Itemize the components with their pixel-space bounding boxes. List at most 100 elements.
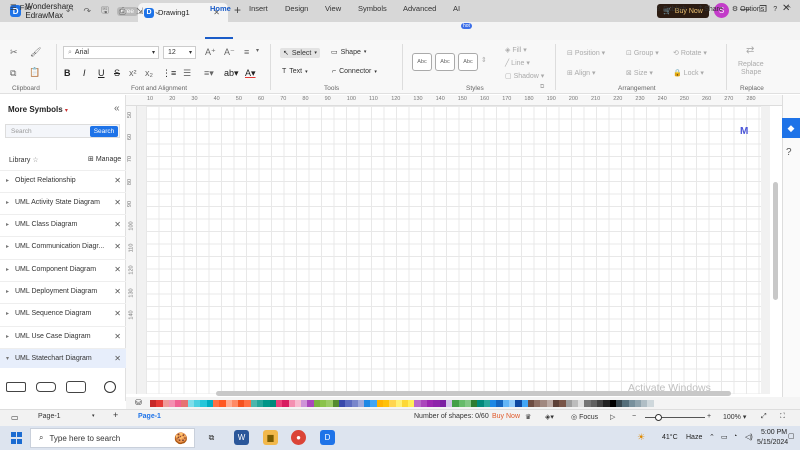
export-icon[interactable]: ⇲ <box>136 6 144 17</box>
replace-shape-icon[interactable]: ⇄ <box>746 45 754 56</box>
save-icon[interactable]: 🖫 <box>101 3 109 19</box>
remove-library-icon[interactable]: ✕ <box>114 220 121 229</box>
font-color-icon[interactable]: A▾ <box>245 68 256 79</box>
focus-button[interactable]: ◎ Focus <box>571 413 598 421</box>
style-swatch-3[interactable]: Abc <box>458 53 478 71</box>
tab-symbols[interactable]: Symbols <box>358 4 387 13</box>
fill-bucket-icon[interactable]: ⛁ <box>135 398 142 407</box>
library-item-uml-deployment[interactable]: ▸ UML Deployment Diagram ✕ <box>0 281 126 301</box>
undo-icon[interactable]: ↶ <box>66 6 74 17</box>
bold-icon[interactable]: B <box>64 68 71 78</box>
align-icon[interactable]: ≡ <box>244 47 249 57</box>
library-item-uml-communication[interactable]: ▸ UML Communication Diagr... ✕ <box>0 236 126 256</box>
wifi-icon[interactable]: ◔ <box>733 433 737 440</box>
tab-view[interactable]: View <box>325 4 341 13</box>
select-tool-button[interactable]: ↖ Select ▾ <box>280 48 320 58</box>
font-size-select[interactable]: 12 ▾ <box>163 46 196 59</box>
remove-library-icon[interactable]: ✕ <box>114 354 121 363</box>
font-family-select[interactable]: ⌕ Arial ▾ <box>63 46 159 59</box>
tab-advanced[interactable]: Advanced <box>403 4 436 13</box>
increase-font-icon[interactable]: A⁺ <box>205 47 216 58</box>
state-shape[interactable] <box>6 382 26 392</box>
help-icon[interactable]: ? <box>773 6 777 13</box>
fullscreen-icon[interactable]: ⛶ <box>780 413 785 421</box>
subscript-icon[interactable]: x₂ <box>145 68 153 78</box>
collapse-ribbon-icon[interactable]: ⌃ <box>786 5 792 13</box>
play-icon[interactable]: ▷ <box>610 413 615 421</box>
add-page-icon[interactable]: + <box>113 410 118 420</box>
layers-icon[interactable]: ◈▾ <box>545 413 554 421</box>
tab-ai[interactable]: AI <box>453 4 460 13</box>
zoom-slider-handle[interactable] <box>655 414 662 421</box>
taskbar-search-input[interactable]: ⌕ Type here to search 🍪 <box>30 428 195 448</box>
zoom-out-icon[interactable]: − <box>632 413 636 420</box>
rotate-button[interactable]: ⟲ Rotate ▾ <box>673 49 707 57</box>
library-item-uml-class[interactable]: ▸ UML Class Diagram ✕ <box>0 214 126 234</box>
chrome-icon[interactable]: ● <box>291 430 306 445</box>
word-icon[interactable]: W <box>234 430 249 445</box>
network-icon[interactable]: ▭ <box>721 433 728 441</box>
shape-tool-button[interactable]: ▭ Shape ▾ <box>331 48 366 57</box>
size-button[interactable]: ⊠ Size ▾ <box>626 69 653 77</box>
clock-date[interactable]: 5/15/2024 <box>757 439 788 446</box>
chevron-down-icon[interactable]: ▾ <box>92 413 95 419</box>
manage-button[interactable]: ⊞ Manage <box>88 155 121 163</box>
style-swatch-1[interactable]: Abc <box>412 53 432 71</box>
edrawmax-taskbar-icon[interactable]: D <box>320 430 335 445</box>
library-item-uml-activity-state[interactable]: ▸ UML Activity State Diagram ✕ <box>0 192 126 212</box>
star-icon[interactable]: ☆ <box>32 157 38 164</box>
library-item-uml-component[interactable]: ▸ UML Component Diagram ✕ <box>0 259 126 279</box>
lock-button[interactable]: 🔒 Lock ▾ <box>673 69 704 77</box>
fill-panel-icon[interactable]: ◆ <box>782 118 800 138</box>
color-swatch[interactable] <box>647 400 654 407</box>
tab-insert[interactable]: Insert <box>249 4 268 13</box>
remove-library-icon[interactable]: ✕ <box>114 309 121 318</box>
simple-state-shape[interactable] <box>36 382 56 392</box>
copy-icon[interactable]: ⧉ <box>10 68 16 79</box>
fit-page-icon[interactable]: ⤢ <box>761 413 767 421</box>
vertical-scrollbar[interactable] <box>773 182 778 300</box>
style-scroll-icon[interactable]: ⇕ <box>481 56 487 64</box>
cut-icon[interactable]: ✂ <box>10 47 18 58</box>
zoom-value[interactable]: 100% ▾ <box>723 413 746 421</box>
library-item-uml-sequence[interactable]: ▸ UML Sequence Diagram ✕ <box>0 303 126 323</box>
task-view-icon[interactable]: ⧉ <box>204 430 219 445</box>
shadow-button[interactable]: ▢ Shadow ▾ <box>505 72 544 80</box>
chevron-down-icon[interactable]: ▾ <box>65 108 68 114</box>
bullet-list-icon[interactable]: ☰ <box>183 68 191 79</box>
drawing-page[interactable] <box>146 106 761 394</box>
align-button[interactable]: ⊞ Align ▾ <box>567 69 595 77</box>
remove-library-icon[interactable]: ✕ <box>114 242 121 251</box>
final-state-shape[interactable] <box>104 381 116 393</box>
file-explorer-icon[interactable]: ▆ <box>263 430 278 445</box>
new-tab-icon[interactable]: + <box>234 3 241 17</box>
style-swatch-2[interactable]: Abc <box>435 53 455 71</box>
page-select[interactable]: Page-1 <box>38 413 61 420</box>
format-painter-icon[interactable]: 🖌 <box>30 47 41 58</box>
line-button[interactable]: ╱ Line ▾ <box>505 59 530 67</box>
remove-library-icon[interactable]: ✕ <box>114 198 121 207</box>
text-tool-button[interactable]: T Text ▾ <box>282 68 308 75</box>
zoom-slider-track[interactable] <box>645 417 705 418</box>
redo-icon[interactable]: ↷ <box>84 6 92 17</box>
publish-button[interactable]: ⇪ Publish <box>655 5 686 13</box>
status-buy-now-link[interactable]: Buy Now <box>492 413 520 420</box>
remove-library-icon[interactable]: ✕ <box>114 287 121 296</box>
composite-state-shape[interactable] <box>66 381 86 393</box>
help-circle-icon[interactable]: ? <box>786 147 792 158</box>
fill-button[interactable]: ◈ Fill ▾ <box>505 46 527 54</box>
clock-time[interactable]: 5:00 PM <box>761 429 787 436</box>
page-tab[interactable]: Page-1 <box>138 413 161 420</box>
remove-library-icon[interactable]: ✕ <box>114 176 121 185</box>
remove-library-icon[interactable]: ✕ <box>114 332 121 341</box>
library-item-uml-use-case[interactable]: ▸ UML Use Case Diagram ✕ <box>0 326 126 346</box>
styles-expand-icon[interactable]: ⧉ <box>540 84 544 91</box>
tab-design[interactable]: Design <box>285 4 308 13</box>
search-button[interactable]: Search <box>90 126 118 137</box>
notification-icon[interactable]: ▢ <box>788 432 795 440</box>
zoom-in-icon[interactable]: + <box>707 413 711 420</box>
page-layout-icon[interactable]: ▭ <box>11 413 19 422</box>
decrease-font-icon[interactable]: A⁻ <box>224 47 235 58</box>
italic-icon[interactable]: I <box>83 68 86 78</box>
strikethrough-icon[interactable]: S <box>114 68 120 78</box>
